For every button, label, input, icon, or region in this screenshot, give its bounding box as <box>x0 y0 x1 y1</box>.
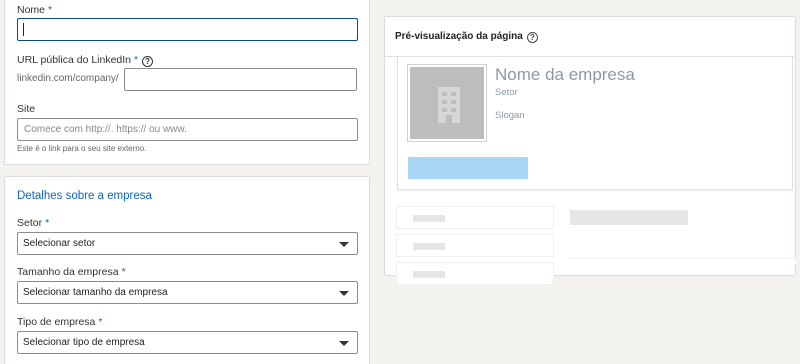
type-select[interactable]: Selecionar tipo de empresa <box>17 331 358 354</box>
size-label: Tamanho da empresa * <box>17 266 126 278</box>
site-placeholder: Comece com http://. https:// ou www. <box>24 124 187 135</box>
site-label: Site <box>17 103 36 115</box>
site-input[interactable]: Comece com http://. https:// ou www. <box>17 118 358 141</box>
sector-preview: Setor <box>495 87 518 98</box>
linkedin-url-label: URL pública do LinkedIn *? <box>17 54 154 67</box>
size-select[interactable]: Selecionar tamanho da empresa <box>17 281 358 304</box>
skeleton-row <box>396 234 554 257</box>
skeleton-row <box>396 262 554 285</box>
preview-top-card: Nome da empresa Setor Slogan <box>397 57 793 190</box>
skeleton-nav <box>396 206 554 285</box>
basic-info-card: Nome * URL pública do LinkedIn *? linkedin… <box>4 0 370 165</box>
chevron-down-icon <box>339 242 349 247</box>
sector-select-value: Selecionar setor <box>23 238 96 249</box>
linkedin-url-prefix: linkedin.com/company/ <box>17 73 119 84</box>
site-helper-text: Este é o link para o seu site externo. <box>17 144 147 153</box>
chevron-down-icon <box>339 291 349 296</box>
preview-header: Pré-visualização da página? <box>385 17 795 57</box>
linkedin-url-input[interactable] <box>124 68 357 91</box>
name-input[interactable] <box>17 18 358 41</box>
type-select-value: Selecionar tipo de empresa <box>23 337 145 348</box>
follow-button-placeholder <box>408 157 528 179</box>
section-title: Detalhes sobre a empresa <box>17 190 152 202</box>
type-label: Tipo de empresa * <box>17 316 103 328</box>
sector-label: Setor * <box>17 217 50 229</box>
company-logo-placeholder <box>407 64 487 142</box>
question-icon[interactable]: ? <box>142 56 154 67</box>
size-select-value: Selecionar tamanho da empresa <box>23 287 168 298</box>
company-details-card: Detalhes sobre a empresa Setor * Selecion… <box>4 176 370 364</box>
slogan-preview: Slogan <box>495 110 525 121</box>
name-label: Nome * <box>17 4 53 16</box>
building-icon <box>438 87 460 123</box>
preview-title: Pré-visualização da página? <box>395 31 538 43</box>
skeleton-line <box>570 258 796 264</box>
chevron-down-icon <box>339 341 349 346</box>
sector-select[interactable]: Selecionar setor <box>17 232 358 255</box>
skeleton-heading <box>570 210 688 225</box>
question-icon[interactable]: ? <box>526 32 538 43</box>
skeleton-row <box>396 206 554 229</box>
company-name-preview: Nome da empresa <box>495 65 635 84</box>
